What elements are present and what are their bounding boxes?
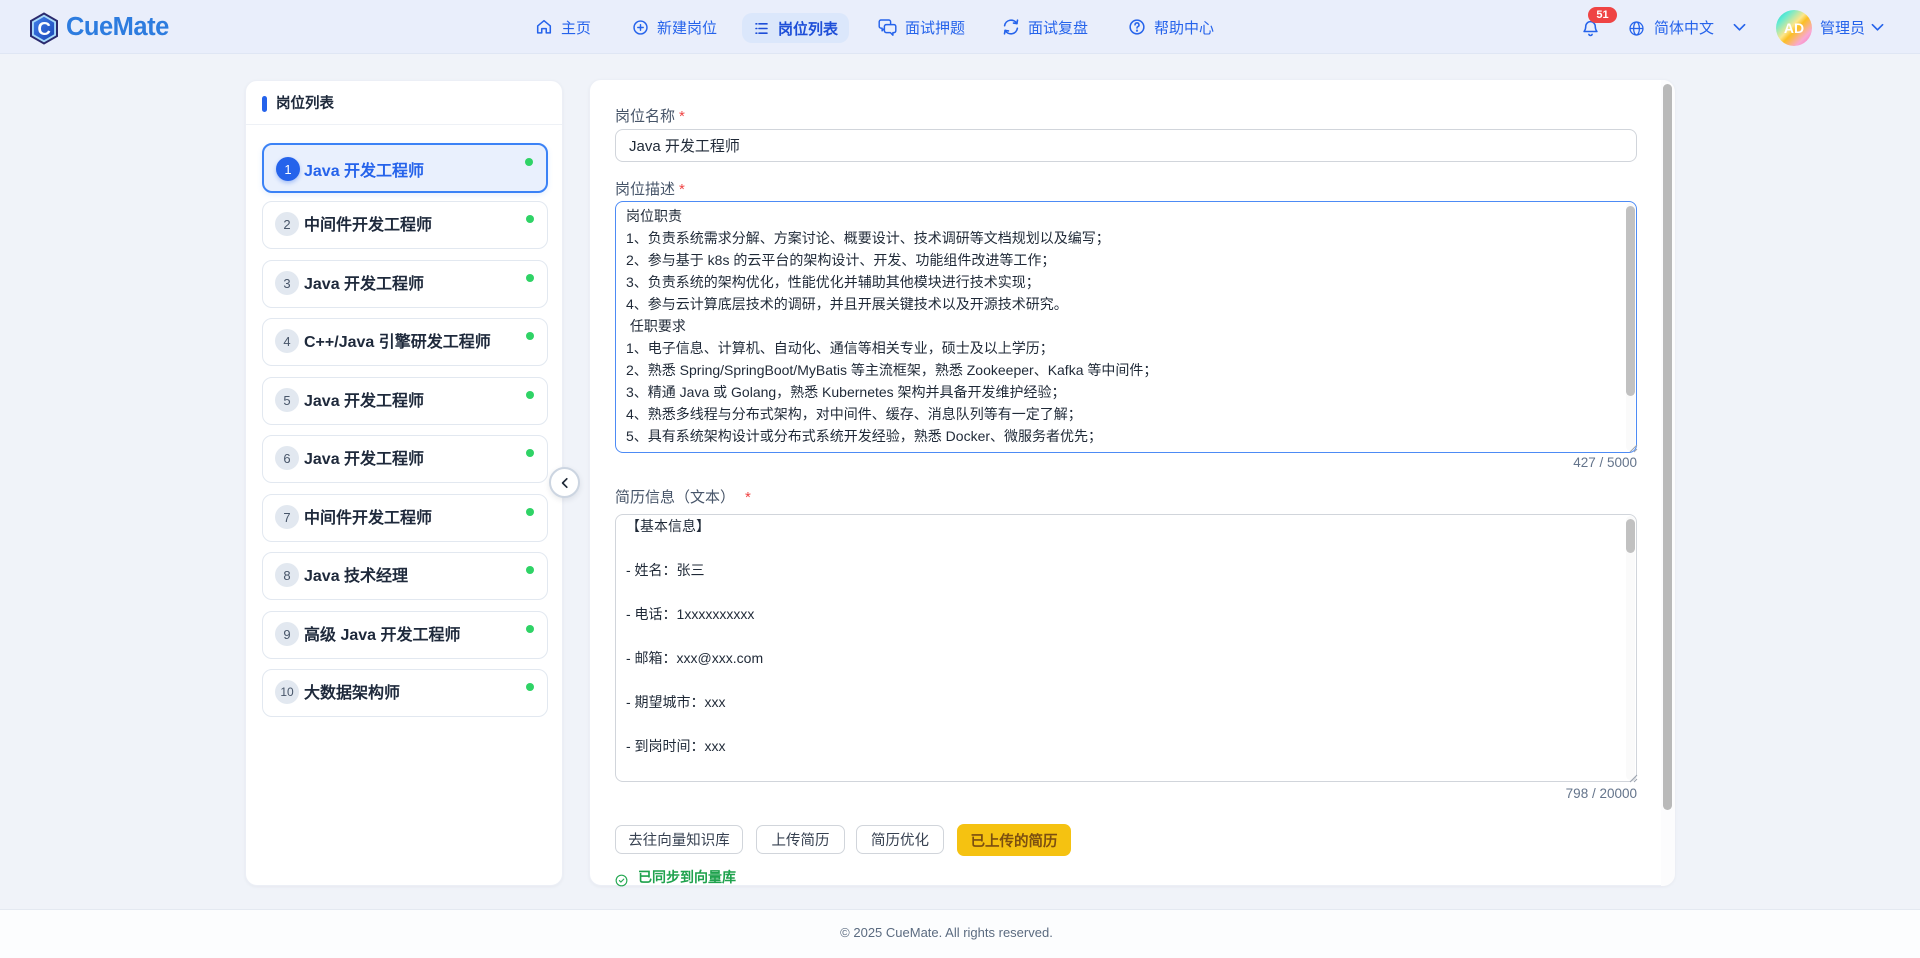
svg-text:C: C (38, 18, 51, 39)
